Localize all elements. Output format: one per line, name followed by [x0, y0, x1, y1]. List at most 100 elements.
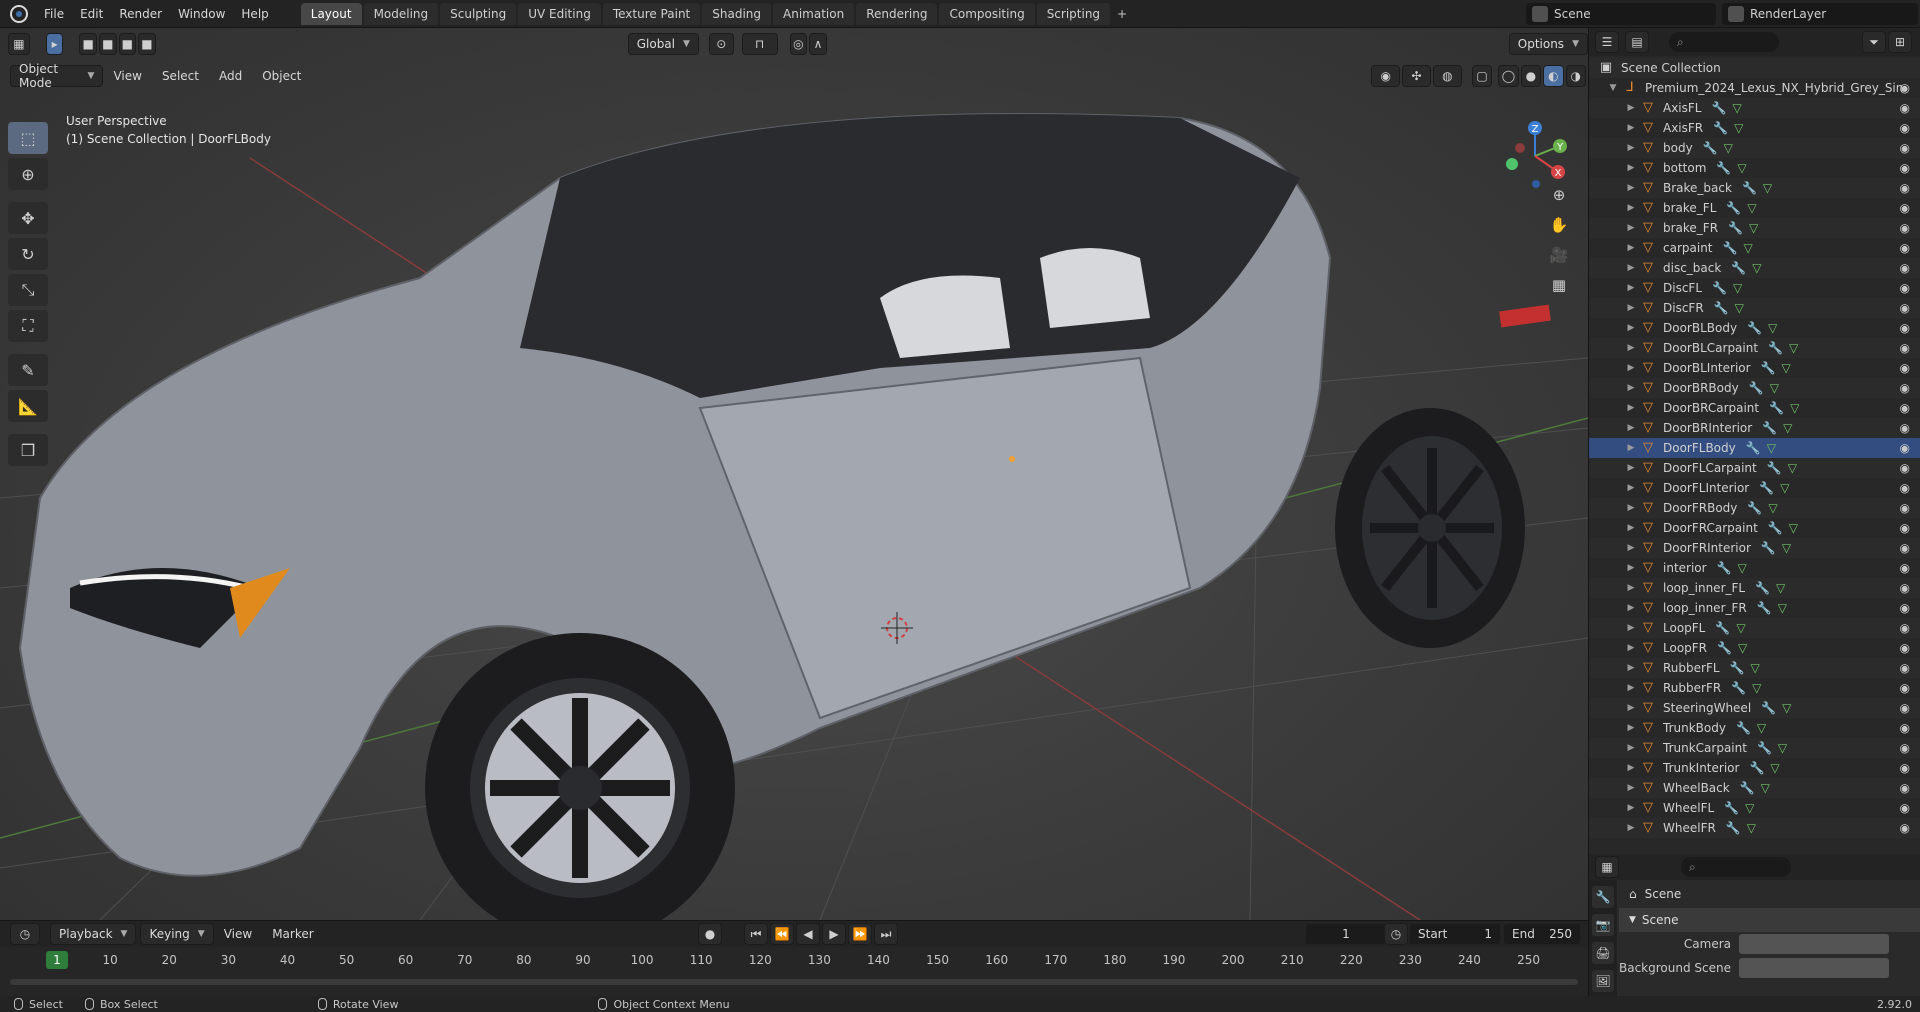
ortho-toggle-icon[interactable]: ▦ — [1546, 272, 1572, 298]
tab-modeling[interactable]: Modeling — [363, 2, 439, 25]
eye-icon[interactable]: ◉ — [1900, 641, 1910, 655]
outliner-object-row[interactable]: ▶ ▽ AxisFR 🔧 ▽ ◉ — [1589, 118, 1920, 138]
outliner-object-row[interactable]: ▶ ▽ DoorFRCarpaint 🔧 ▽ ◉ — [1589, 518, 1920, 538]
expand-arrow-icon[interactable]: ▶ — [1625, 823, 1637, 833]
menu-view[interactable]: View — [103, 69, 151, 83]
properties-search-input[interactable]: ⌕ — [1681, 857, 1791, 877]
pivot-point-icon[interactable]: ⊙ — [708, 33, 734, 55]
expand-arrow-icon[interactable]: ▶ — [1625, 703, 1637, 713]
tab-rendering[interactable]: Rendering — [856, 2, 938, 25]
annotate-tool-icon[interactable]: ✎ — [8, 354, 48, 386]
collection-row[interactable]: ▼ ⅃ Premium_2024_Lexus_NX_Hybrid_Grey_Si… — [1589, 78, 1920, 98]
solid-shading-icon[interactable]: ● — [1520, 65, 1542, 87]
outliner-object-row[interactable]: ▶ ▽ WheelFR 🔧 ▽ ◉ — [1589, 818, 1920, 838]
expand-arrow-icon[interactable]: ▶ — [1625, 263, 1637, 273]
xray-toggle-icon[interactable]: ▢ — [1471, 65, 1493, 87]
current-frame-indicator[interactable]: 1 — [46, 951, 68, 969]
scale-tool-icon[interactable]: ⤡ — [8, 274, 48, 306]
outliner-object-row[interactable]: ▶ ▽ DoorBRBody 🔧 ▽ ◉ — [1589, 378, 1920, 398]
outliner-object-row[interactable]: ▶ ▽ RubberFL 🔧 ▽ ◉ — [1589, 658, 1920, 678]
expand-arrow-icon[interactable]: ▶ — [1625, 403, 1637, 413]
expand-arrow-icon[interactable]: ▶ — [1625, 563, 1637, 573]
outliner-object-row[interactable]: ▶ ▽ DoorBLBody 🔧 ▽ ◉ — [1589, 318, 1920, 338]
proportional-edit-icon[interactable]: ◎ — [789, 33, 808, 55]
eye-icon[interactable]: ◉ — [1900, 281, 1910, 295]
transform-tool-icon[interactable]: ⛶ — [8, 310, 48, 342]
outliner-object-row[interactable]: ▶ ▽ DoorFRInterior 🔧 ▽ ◉ — [1589, 538, 1920, 558]
scene-collection-row[interactable]: ▣ Scene Collection — [1589, 58, 1920, 78]
visibility-icon[interactable]: ◉ — [1371, 65, 1401, 87]
measure-tool-icon[interactable]: 📐 — [8, 390, 48, 422]
outliner-object-row[interactable]: ▶ ▽ TrunkInterior 🔧 ▽ ◉ — [1589, 758, 1920, 778]
select-mode-button[interactable]: ▸ — [45, 33, 64, 55]
expand-arrow-icon[interactable]: ▶ — [1625, 363, 1637, 373]
eye-icon[interactable]: ◉ — [1900, 381, 1910, 395]
expand-arrow-icon[interactable]: ▶ — [1625, 163, 1637, 173]
camera-view-icon[interactable]: 🎥 — [1546, 242, 1572, 268]
outliner-object-row[interactable]: ▶ ▽ AxisFL 🔧 ▽ ◉ — [1589, 98, 1920, 118]
outliner-object-row[interactable]: ▶ ▽ DoorFLCarpaint 🔧 ▽ ◉ — [1589, 458, 1920, 478]
jump-keyframe-forward-icon[interactable]: ⏩ — [848, 923, 872, 945]
outliner-object-row[interactable]: ▶ ▽ brake_FR 🔧 ▽ ◉ — [1589, 218, 1920, 238]
expand-arrow-icon[interactable]: ▶ — [1625, 103, 1637, 113]
end-frame-field[interactable]: End 250 — [1504, 924, 1580, 944]
tab-scripting[interactable]: Scripting — [1036, 2, 1111, 25]
expand-arrow-icon[interactable]: ▶ — [1625, 303, 1637, 313]
expand-arrow-icon[interactable]: ▶ — [1625, 243, 1637, 253]
menu-file[interactable]: File — [36, 0, 72, 28]
outliner-object-row[interactable]: ▶ ▽ LoopFR 🔧 ▽ ◉ — [1589, 638, 1920, 658]
timeline-editor-type-icon[interactable]: ◷ — [10, 923, 40, 945]
outliner-object-row[interactable]: ▶ ▽ TrunkCarpaint 🔧 ▽ ◉ — [1589, 738, 1920, 758]
outliner-object-row[interactable]: ▶ ▽ RubberFR 🔧 ▽ ◉ — [1589, 678, 1920, 698]
outliner-object-row[interactable]: ▶ ▽ TrunkBody 🔧 ▽ ◉ — [1589, 718, 1920, 738]
expand-arrow-icon[interactable]: ▶ — [1625, 143, 1637, 153]
eye-icon[interactable]: ◉ — [1900, 741, 1910, 755]
car-model[interactable] — [18, 113, 1551, 877]
expand-arrow-icon[interactable]: ▶ — [1625, 583, 1637, 593]
blender-logo-icon[interactable] — [10, 4, 28, 23]
eye-icon[interactable]: ◉ — [1900, 661, 1910, 675]
rotate-tool-icon[interactable]: ↻ — [8, 238, 48, 270]
tab-layout[interactable]: Layout — [300, 2, 362, 25]
eye-icon[interactable]: ◉ — [1900, 361, 1910, 375]
cursor-tool-icon[interactable]: ⊕ — [8, 158, 48, 190]
display-mode-icon[interactable]: ▤ — [1625, 31, 1649, 53]
material-shading-icon[interactable]: ◐ — [1543, 65, 1564, 87]
expand-arrow-icon[interactable]: ▶ — [1625, 763, 1637, 773]
render-layer-selector[interactable]: RenderLayer — [1722, 3, 1918, 25]
gizmo-toggle-icon[interactable]: ✣ — [1402, 65, 1431, 87]
expand-arrow-icon[interactable]: ▶ — [1625, 683, 1637, 693]
outliner-object-row[interactable]: ▶ ▽ bottom 🔧 ▽ ◉ — [1589, 158, 1920, 178]
record-keyframe-icon[interactable]: ● — [698, 923, 722, 945]
expand-arrow-icon[interactable]: ▶ — [1625, 183, 1637, 193]
timeline-ruler[interactable]: 1 10 20 30 40 50 60 70 80 90 100 110 120 130 140 150 16… — [0, 949, 1588, 971]
navigation-gizmo[interactable]: Z Y X — [1500, 118, 1570, 188]
eye-icon[interactable]: ◉ — [1900, 581, 1910, 595]
expand-arrow-icon[interactable]: ▶ — [1625, 543, 1637, 553]
outliner-object-row[interactable]: ▶ ▽ SteeringWheel 🔧 ▽ ◉ — [1589, 698, 1920, 718]
tab-animation[interactable]: Animation — [773, 2, 855, 25]
select-box-new-icon[interactable]: ■ — [79, 33, 97, 55]
eye-icon[interactable]: ◉ — [1900, 441, 1910, 455]
pan-view-icon[interactable]: ✋ — [1546, 212, 1572, 238]
jump-keyframe-back-icon[interactable]: ⏪ — [770, 923, 794, 945]
select-box-invert-icon[interactable]: ■ — [138, 33, 156, 55]
expand-arrow-icon[interactable]: ▼ — [1607, 83, 1619, 93]
eye-icon[interactable]: ◉ — [1900, 121, 1910, 135]
expand-arrow-icon[interactable]: ▶ — [1625, 723, 1637, 733]
eye-icon[interactable]: ◉ — [1900, 81, 1910, 95]
timeline-menu-marker[interactable]: Marker — [262, 927, 323, 941]
current-frame-field[interactable]: 1 — [1306, 924, 1386, 944]
eye-icon[interactable]: ◉ — [1900, 401, 1910, 415]
editor-type-button[interactable]: ▦ — [8, 33, 30, 55]
eye-icon[interactable]: ◉ — [1900, 821, 1910, 835]
snap-icon[interactable]: ⊓ — [741, 33, 778, 55]
eye-icon[interactable]: ◉ — [1900, 781, 1910, 795]
outliner-object-row[interactable]: ▶ ▽ LoopFL 🔧 ▽ ◉ — [1589, 618, 1920, 638]
eye-icon[interactable]: ◉ — [1900, 241, 1910, 255]
eye-icon[interactable]: ◉ — [1900, 501, 1910, 515]
expand-arrow-icon[interactable]: ▶ — [1625, 603, 1637, 613]
preview-range-icon[interactable]: ◷ — [1384, 923, 1408, 945]
timeline-menu-view[interactable]: View — [214, 927, 262, 941]
outliner-object-row[interactable]: ▶ ▽ carpaint 🔧 ▽ ◉ — [1589, 238, 1920, 258]
